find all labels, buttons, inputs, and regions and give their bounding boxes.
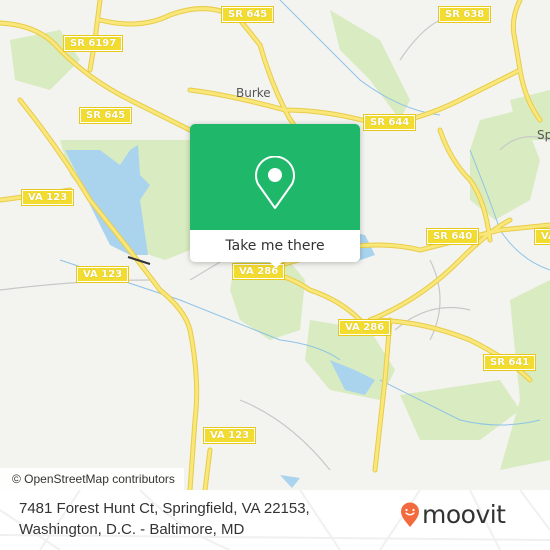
location-pin-icon <box>255 156 295 209</box>
footer: 7481 Forest Hunt Ct, Springfield, VA 221… <box>0 490 550 550</box>
map-view[interactable]: Burke Sp SR 645 SR 6197 SR 645 SR 638 SR… <box>0 0 550 490</box>
road-shield: VA 123 <box>20 189 75 206</box>
road-shield: SR 645 <box>220 6 275 23</box>
road-shield: SR 6197 <box>62 35 124 52</box>
address-text: 7481 Forest Hunt Ct, Springfield, VA 221… <box>19 498 310 540</box>
address-line-1: 7481 Forest Hunt Ct, Springfield, VA 221… <box>19 500 310 517</box>
road-shield: VA 123 <box>75 266 130 283</box>
destination-popup[interactable]: Take me there <box>190 124 360 268</box>
road-shield: VA 123 <box>202 427 257 444</box>
road-shield: SR 640 <box>425 228 480 245</box>
popup-header <box>190 124 360 230</box>
moovit-wordmark: moovit <box>422 500 506 529</box>
road-shield: SR 645 <box>78 107 133 124</box>
take-me-there-button[interactable]: Take me there <box>190 230 360 262</box>
map-attribution[interactable]: © OpenStreetMap contributors <box>0 468 184 490</box>
park-area <box>330 10 410 120</box>
place-label-springfield: Sp <box>537 128 550 142</box>
park-area <box>400 380 520 440</box>
moovit-logo[interactable]: moovit <box>400 500 506 529</box>
pond <box>280 475 300 488</box>
road-shield: SR 641 <box>482 354 537 371</box>
road-shield: VA 286 <box>337 319 392 336</box>
moovit-pin-icon <box>401 502 419 527</box>
road-shield: SR 644 <box>362 114 417 131</box>
road-shield: SR 638 <box>437 6 492 23</box>
road-shield: VA <box>534 228 550 245</box>
place-label-burke: Burke <box>236 86 271 100</box>
lake <box>65 145 150 255</box>
address-line-2: Washington, D.C. - Baltimore, MD <box>19 521 245 538</box>
popup-pointer <box>268 260 284 268</box>
